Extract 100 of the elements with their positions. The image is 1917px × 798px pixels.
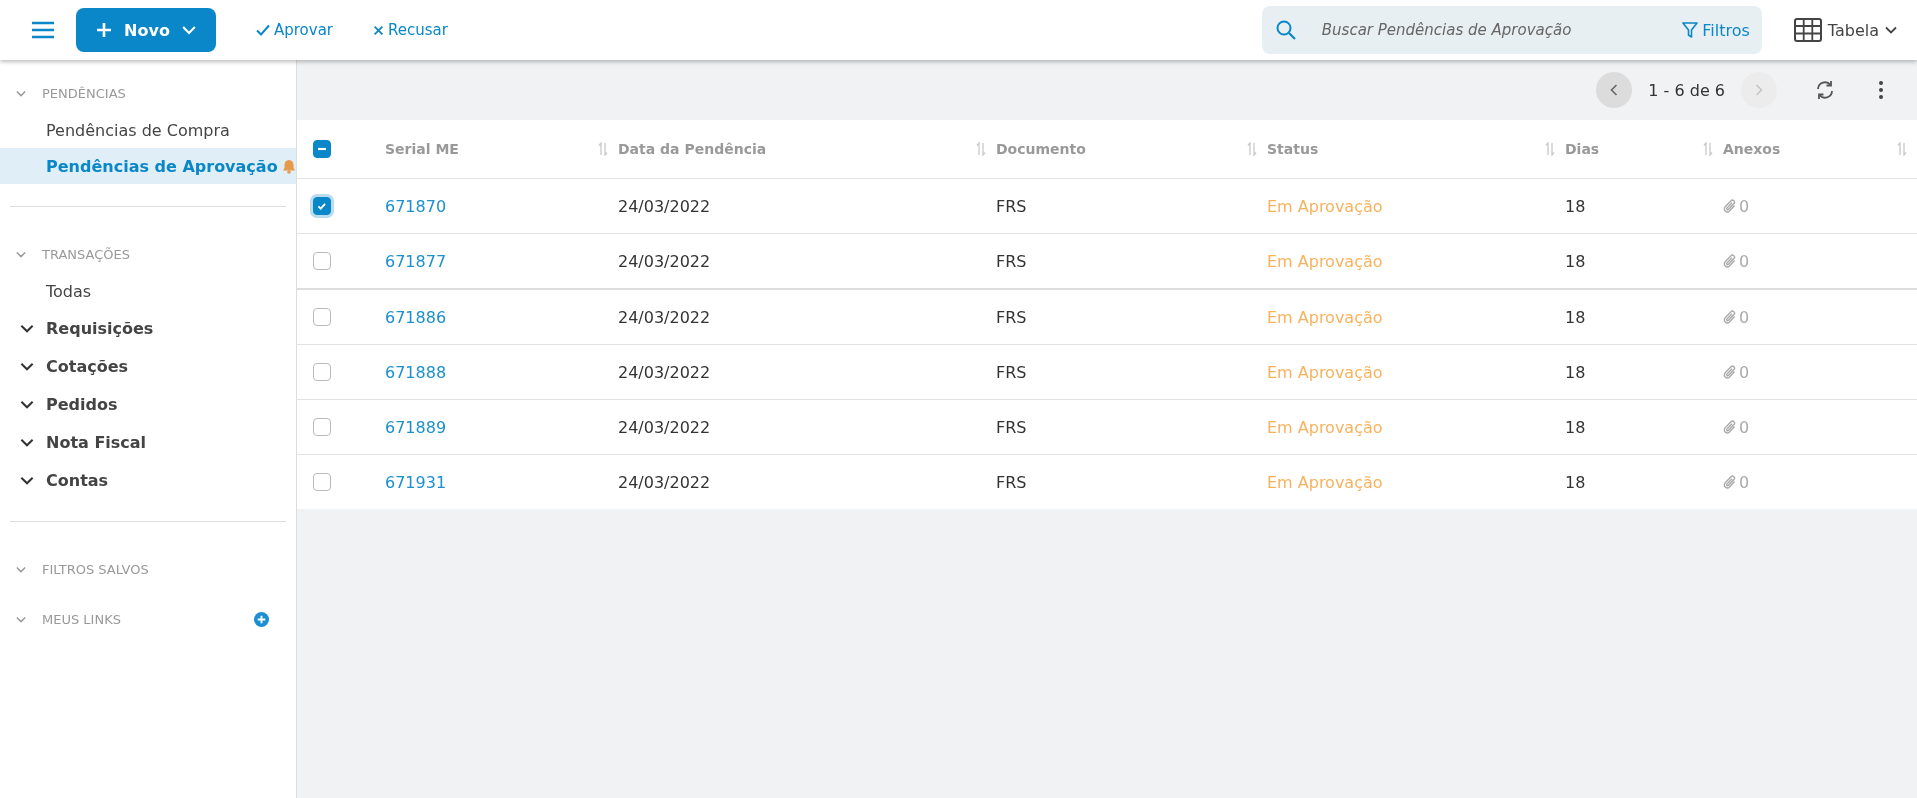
attachment-count: 0 xyxy=(1739,251,1750,271)
document-cell: FRS xyxy=(996,417,1027,437)
attachment-count: 0 xyxy=(1739,472,1750,492)
chevron-down-icon xyxy=(16,615,26,623)
reject-button[interactable]: Recusar xyxy=(373,21,448,39)
serial-link[interactable]: 671877 xyxy=(385,251,447,271)
status-cell: Em Aprovação xyxy=(1267,472,1383,492)
paperclip-icon xyxy=(1723,474,1737,490)
document-cell: FRS xyxy=(996,196,1027,216)
view-selector[interactable]: Tabela xyxy=(1793,18,1897,42)
column-header[interactable]: Data da Pendência xyxy=(618,141,767,157)
sidebar-item[interactable]: Pendências de Aprovação xyxy=(0,148,296,184)
search-icon xyxy=(1275,20,1296,40)
approve-button[interactable]: Aprovar xyxy=(256,21,334,39)
item-label: Nota Fiscal xyxy=(46,432,147,452)
column-header[interactable]: Anexos xyxy=(1723,141,1781,157)
status-cell: Em Aprovação xyxy=(1267,196,1383,216)
date-cell: 24/03/2022 xyxy=(618,472,711,492)
days-cell: 18 xyxy=(1565,417,1586,437)
row-checkbox[interactable] xyxy=(313,363,331,381)
serial-link[interactable]: 671889 xyxy=(385,417,447,437)
document-cell: FRS xyxy=(996,472,1027,492)
attachment-count: 0 xyxy=(1739,362,1750,382)
chevron-down-icon xyxy=(181,25,196,35)
row-checkbox[interactable] xyxy=(313,473,331,491)
new-button[interactable]: Novo xyxy=(76,8,216,52)
paperclip-icon xyxy=(1723,419,1737,435)
item-label: Pendências de Aprovação xyxy=(46,156,278,176)
attachment-count: 0 xyxy=(1739,417,1750,437)
days-cell: 18 xyxy=(1565,362,1586,382)
date-cell: 24/03/2022 xyxy=(618,362,711,382)
date-cell: 24/03/2022 xyxy=(618,251,711,271)
chevron-down-icon xyxy=(1885,26,1897,34)
chevron-down-icon xyxy=(20,361,34,371)
sidebar-item[interactable]: Todas xyxy=(0,273,296,309)
serial-link[interactable]: 671888 xyxy=(385,362,447,382)
add-icon[interactable] xyxy=(254,611,269,627)
date-cell: 24/03/2022 xyxy=(618,307,711,327)
paperclip-icon xyxy=(1723,364,1737,380)
section-title[interactable]: TRANSAÇÕES xyxy=(42,246,296,262)
chevron-down-icon xyxy=(16,89,26,97)
check-icon xyxy=(256,23,270,37)
sidebar-item[interactable]: Requisições xyxy=(0,309,296,347)
serial-link[interactable]: 671870 xyxy=(385,196,447,216)
attachment-count: 0 xyxy=(1739,196,1750,216)
attachment-count: 0 xyxy=(1739,307,1750,327)
status-cell: Em Aprovação xyxy=(1267,417,1383,437)
sort-icon[interactable] xyxy=(1897,142,1907,156)
paperclip-icon xyxy=(1723,253,1737,269)
select-all-checkbox[interactable] xyxy=(313,140,331,158)
column-header[interactable]: Dias xyxy=(1565,141,1600,157)
plus-icon xyxy=(96,22,113,38)
chevron-left-icon xyxy=(1610,84,1619,96)
section-title[interactable]: MEUS LINKS xyxy=(42,611,254,627)
close-icon xyxy=(373,24,385,36)
days-cell: 18 xyxy=(1565,196,1586,216)
sidebar-item[interactable]: Nota Fiscal xyxy=(0,423,296,461)
date-cell: 24/03/2022 xyxy=(618,196,711,216)
sort-icon[interactable] xyxy=(1545,142,1555,156)
document-cell: FRS xyxy=(996,251,1027,271)
chevron-down-icon xyxy=(16,565,26,573)
column-header[interactable]: Status xyxy=(1267,141,1319,157)
serial-link[interactable]: 671931 xyxy=(385,472,447,492)
sort-icon[interactable] xyxy=(1247,142,1257,156)
chevron-down-icon xyxy=(20,323,34,333)
item-label: Todas xyxy=(46,281,92,301)
item-label: Cotações xyxy=(46,356,129,376)
chevron-down-icon xyxy=(20,399,34,409)
days-cell: 18 xyxy=(1565,251,1586,271)
days-cell: 18 xyxy=(1565,472,1586,492)
sort-icon[interactable] xyxy=(1703,142,1713,156)
sidebar-item[interactable]: Pendências de Compra xyxy=(0,112,296,148)
sort-icon[interactable] xyxy=(976,142,986,156)
document-cell: FRS xyxy=(996,307,1027,327)
row-checkbox[interactable] xyxy=(313,418,331,436)
row-checkbox[interactable] xyxy=(313,252,331,270)
row-checkbox[interactable] xyxy=(313,197,331,215)
section-title[interactable]: PENDÊNCIAS xyxy=(42,85,296,101)
sidebar-item[interactable]: Pedidos xyxy=(0,385,296,423)
filters-button[interactable]: Filtros xyxy=(1682,20,1750,40)
paperclip-icon xyxy=(1723,198,1737,214)
item-label: Pedidos xyxy=(46,394,118,414)
column-header[interactable]: Serial ME xyxy=(385,141,459,157)
chevron-right-icon xyxy=(1755,84,1763,96)
serial-link[interactable]: 671886 xyxy=(385,307,447,327)
date-cell: 24/03/2022 xyxy=(618,417,711,437)
refresh-icon xyxy=(1815,80,1835,100)
search-field[interactable]: Buscar Pendências de Aprovação Filtros xyxy=(1261,6,1762,54)
chevron-down-icon xyxy=(16,250,26,258)
previous-page-button[interactable] xyxy=(1596,72,1633,108)
sidebar-item[interactable]: Contas xyxy=(0,461,296,499)
row-checkbox[interactable] xyxy=(313,308,331,326)
sort-icon[interactable] xyxy=(598,142,608,156)
menu-icon[interactable] xyxy=(32,21,54,39)
column-header[interactable]: Documento xyxy=(996,141,1086,157)
days-cell: 18 xyxy=(1565,307,1586,327)
filter-icon xyxy=(1682,21,1699,39)
status-cell: Em Aprovação xyxy=(1267,307,1383,327)
section-title[interactable]: FILTROS SALVOS xyxy=(42,561,296,577)
sidebar-item[interactable]: Cotações xyxy=(0,347,296,385)
